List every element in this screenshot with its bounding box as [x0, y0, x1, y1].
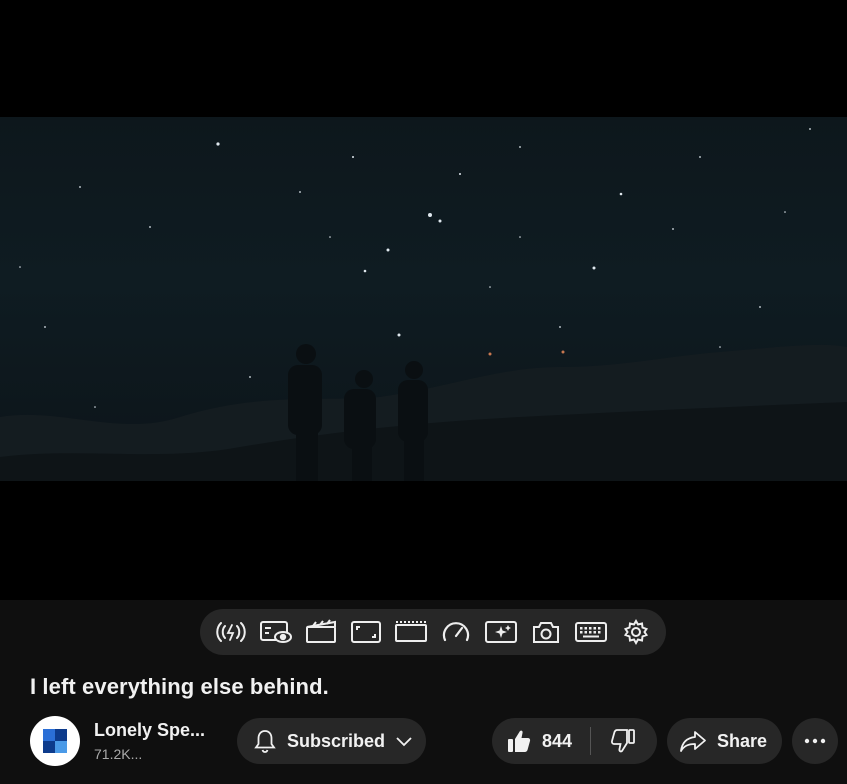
share-button[interactable]: Share [667, 718, 782, 764]
video-owner-actions-row: Lonely Spe... 71.2K... Subscribed 844 Sh… [0, 716, 847, 768]
settings-gear-icon[interactable] [618, 614, 654, 650]
like-button[interactable]: 844 [492, 718, 590, 764]
subscribed-button[interactable]: Subscribed [237, 718, 426, 764]
channel-logo-icon [43, 729, 67, 753]
subscribed-label: Subscribed [287, 730, 386, 751]
night-sky-scene [0, 128, 847, 481]
screenshot-icon[interactable] [528, 614, 564, 650]
video-player[interactable] [0, 0, 847, 600]
thumbs-up-icon [508, 730, 531, 752]
like-dislike-group: 844 [492, 718, 657, 764]
dislike-button[interactable] [591, 718, 655, 764]
cinema-mode-icon[interactable] [303, 614, 339, 650]
channel-name[interactable]: Lonely Spe... [94, 720, 205, 741]
live-signal-icon[interactable] [213, 614, 249, 650]
like-count: 844 [542, 730, 573, 751]
bell-icon [254, 730, 276, 753]
keyboard-icon[interactable] [573, 614, 609, 650]
watch-overlay-icon[interactable] [258, 614, 294, 650]
crop-icon[interactable] [348, 614, 384, 650]
theater-size-icon[interactable] [393, 614, 429, 650]
thumbs-down-icon [610, 729, 635, 753]
share-label: Share [717, 730, 768, 751]
speed-icon[interactable] [438, 614, 474, 650]
more-dots-icon [804, 738, 826, 744]
share-icon [680, 731, 706, 752]
player-extension-toolbar [200, 609, 666, 655]
enhance-icon[interactable] [483, 614, 519, 650]
channel-avatar[interactable] [30, 716, 80, 766]
subscriber-count: 71.2K... [94, 746, 143, 762]
chevron-down-icon [396, 737, 412, 747]
video-title: I left everything else behind. [30, 674, 329, 699]
video-frame[interactable] [0, 117, 847, 481]
more-actions-button[interactable] [792, 718, 838, 764]
